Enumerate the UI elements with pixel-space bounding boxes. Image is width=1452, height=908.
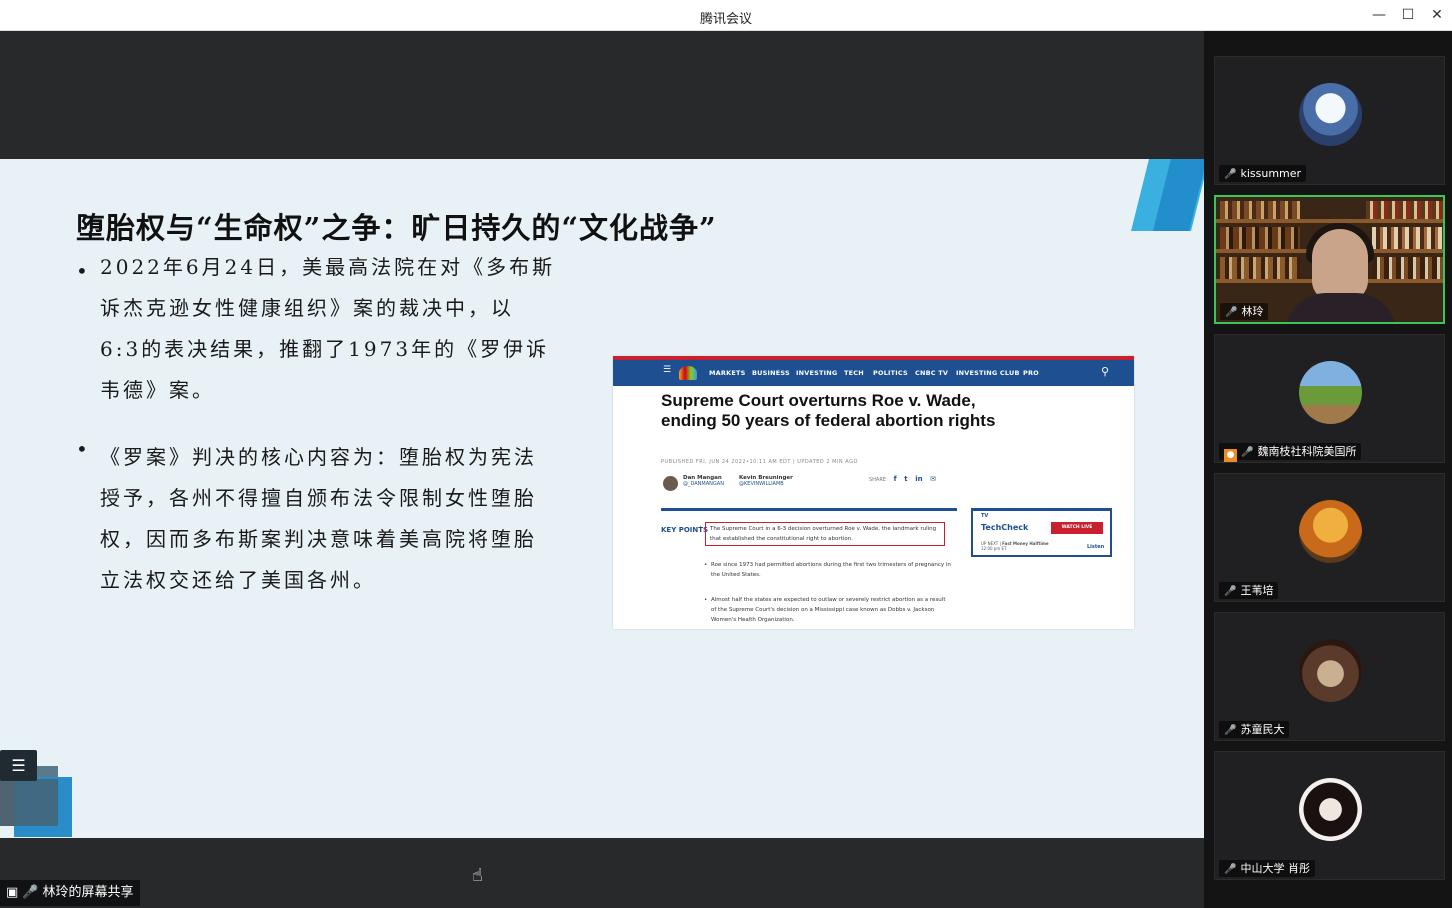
nav-item: MARKETS [709,369,746,377]
mic-muted-icon: 🎤 [1224,864,1237,875]
bullet-line: 6:3的表决结果，推翻了1973年的《罗伊诉 [100,337,550,361]
avatar [1299,500,1362,563]
cnbc-logo-icon [679,366,697,380]
minimize-icon[interactable]: — [1366,4,1392,26]
slide-bullet: • 2022年6月24日，美最高法院在对《多布斯 诉杰克逊女性健康组织》案的裁决… [76,247,555,411]
nav-item: POLITICS [873,369,908,377]
bullet-line: 韦德》案。 [100,378,215,402]
participant-name-tag: 🎤 kissummer [1219,165,1307,182]
bullet-line: 授予，各州不得擅自颁布法令限制女性堕胎 [100,486,537,510]
article-screenshot: ☰ MARKETS BUSINESS INVESTING TECH POLITI… [613,356,1134,629]
bullet-line: 立法权交还给了美国各州。 [100,568,376,592]
participant-name-tag: 🎤 中山大学 肖彤 [1219,860,1315,877]
nav-item: INVESTING [796,369,838,377]
avatar [1299,83,1362,146]
article-nav: ☰ MARKETS BUSINESS INVESTING TECH POLITI… [613,360,1134,386]
tv-show: TechCheck [981,523,1029,532]
screen-share-icon: ▣ [6,885,19,900]
close-icon[interactable]: ✕ [1424,4,1450,26]
mouse-cursor-icon: ☝ [472,865,483,886]
article-headline: Supreme Court overturns Roe v. Wade, end… [661,391,996,430]
participant-name-tag: 🎤 林玲 [1220,303,1269,320]
shared-screen-stage: 堕胎权与“生命权”之争：旷日持久的“文化战争” • 2022年6月24日，美最高… [0,31,1204,908]
tv-label: TV [981,513,989,519]
screen-share-status[interactable]: ▣ 🎤 林玲的屏幕共享 [0,880,140,906]
search-icon: ⚲ [1101,365,1110,378]
share-bar: SHARE f t in ✉ [869,475,937,483]
tv-up-next: UP NEXT | Fast Money Halftime 12:00 pm E… [981,541,1049,551]
window-titlebar: 腾讯会议 — ☐ ✕ [0,0,1452,31]
presentation-slide: 堕胎权与“生命权”之争：旷日持久的“文化战争” • 2022年6月24日，美最高… [0,159,1204,838]
menu-icon: ☰ [663,365,672,375]
bullet-line: 诉杰克逊女性健康组织》案的裁决中，以 [100,296,514,320]
author-avatar [663,476,678,491]
tv-widget: TV TechCheck WATCH LIVE UP NEXT | Fast M… [971,508,1112,557]
twitter-icon: t [904,475,908,483]
slide-title: 堕胎权与“生命权”之争：旷日持久的“文化战争” [76,211,717,245]
bullet-line: 2022年6月24日，美最高法院在对《多布斯 [100,255,556,279]
participant-tile[interactable]: 🎤 王苇培 [1214,473,1445,602]
nav-item: PRO [1023,369,1039,377]
key-point: Roe since 1973 had permitted abortions d… [704,560,951,580]
participant-tile[interactable]: 🎤 kissummer [1214,56,1445,185]
mic-muted-icon: 🎤 [1224,169,1237,180]
slide-bullet: • 《罗案》判决的核心内容为：堕胎权为宪法 授予，各州不得擅自颁布法令限制女性堕… [76,437,537,601]
microphone-icon: 🎤 [1225,307,1238,318]
bullet-line: 《罗案》判决的核心内容为：堕胎权为宪法 [100,445,537,469]
participant-tile[interactable]: 🎤 林玲 [1214,195,1445,324]
microphone-icon: 🎤 [22,885,39,900]
window-title: 腾讯会议 [699,12,752,27]
key-point: Almost half the states are expected to o… [704,595,951,625]
author-byline: Dan Mangan @_DANMANGAN [683,475,724,487]
author-byline: Kevin Breuninger @KEVINWILLIAMB [739,475,793,487]
participant-name-tag: ● 🎤 魏南枝社科院美国所 [1219,443,1362,462]
avatar [1299,361,1362,424]
participant-tile[interactable]: ● 🎤 魏南枝社科院美国所 [1214,334,1445,463]
linkedin-icon: in [915,475,923,483]
participant-sidebar: 🎤 kissummer 🎤 林玲 ● 🎤 魏南枝社科院美国所 🎤 王苇培 🎤 苏… [1204,31,1452,908]
listen-link: Listen [1087,544,1105,550]
maximize-icon[interactable]: ☐ [1395,4,1421,26]
key-point: The Supreme Court in a 6-3 decision over… [699,522,945,546]
bullet-line: 权，因而多布斯案判决意味着美高院将堕胎 [100,527,537,551]
avatar [1299,778,1362,841]
participant-tile[interactable]: 🎤 苏童民大 [1214,612,1445,741]
nav-item: CNBC TV [915,369,949,377]
participant-name-tag: 🎤 苏童民大 [1219,721,1290,738]
nav-item: TECH [844,369,864,377]
mic-muted-icon: 🎤 [1241,447,1254,458]
email-icon: ✉ [930,475,937,483]
avatar [1299,639,1362,702]
mic-muted-icon: 🎤 [1224,586,1237,597]
host-icon: ● [1224,449,1237,462]
participant-name-tag: 🎤 王苇培 [1219,582,1279,599]
facebook-icon: f [893,475,897,483]
article-meta: PUBLISHED FRI, JUN 24 2022•10:11 AM EDT … [661,459,858,465]
watch-live-button: WATCH LIVE [1051,522,1103,534]
participant-tile[interactable]: 🎤 中山大学 肖彤 [1214,751,1445,880]
mic-muted-icon: 🎤 [1224,725,1237,736]
nav-item: INVESTING CLUB [956,369,1020,377]
slide-list-icon[interactable]: ☰ [0,750,37,781]
nav-item: BUSINESS [752,369,790,377]
